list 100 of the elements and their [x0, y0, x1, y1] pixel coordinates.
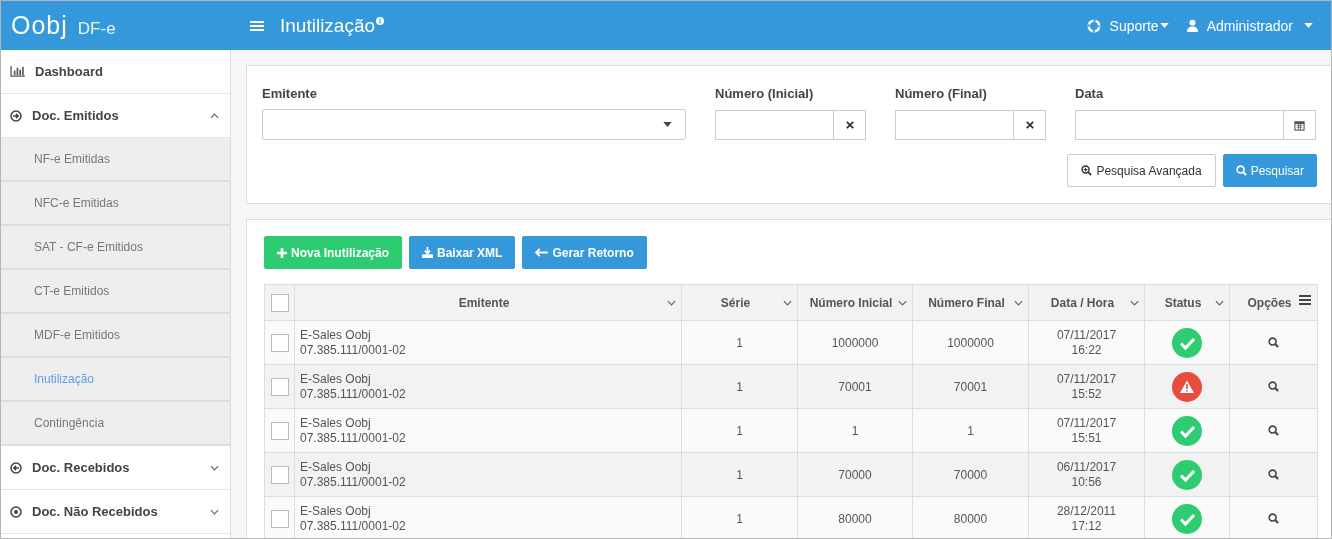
calendar-icon — [1294, 119, 1305, 131]
close-icon — [845, 121, 854, 129]
view-icon[interactable] — [1268, 469, 1279, 480]
table-cell: 1000000 — [797, 320, 913, 365]
submenu-item[interactable]: NFC-e Emitidas — [1, 182, 230, 226]
view-icon[interactable] — [1268, 337, 1279, 348]
submenu-item[interactable]: Inutilização — [1, 358, 230, 402]
emitter-name: E-Sales Oobj — [300, 459, 372, 475]
sort-icon — [1130, 300, 1139, 306]
sidebar-item[interactable]: Dashboard — [1, 50, 230, 94]
submenu-item[interactable]: CT-e Emitidos — [1, 270, 230, 314]
submenu-item[interactable]: NF-e Emitidas — [1, 138, 230, 182]
table-cell: 80000 — [797, 496, 913, 538]
caret-down-icon — [1304, 23, 1313, 28]
emitter-name: E-Sales Oobj — [300, 327, 372, 343]
lifebuoy-icon — [1086, 18, 1101, 33]
page-title: Inutilização — [280, 14, 376, 37]
sidebar-item[interactable]: Doc. Não Recebidos — [1, 490, 230, 534]
row-checkbox[interactable] — [270, 421, 289, 440]
view-icon[interactable] — [1268, 381, 1279, 392]
clear-button[interactable] — [1014, 110, 1046, 140]
arrow-left-icon — [535, 248, 549, 257]
emitter-name: E-Sales Oobj — [300, 503, 372, 519]
submenu-item[interactable]: Contingência — [1, 402, 230, 446]
table-cell: 1000000 — [912, 320, 1029, 365]
sort-icon — [667, 300, 676, 306]
date-text: 06/11/2017 — [1055, 459, 1118, 475]
close-icon — [1025, 121, 1034, 129]
search-button[interactable]: Pesquisar — [1222, 154, 1317, 187]
emitter-name: E-Sales Oobj — [300, 371, 372, 387]
download-xml-button[interactable]: Baixar XML — [409, 236, 516, 269]
new-button[interactable]: Nova Inutilização — [264, 236, 403, 269]
time-text: 15:51 — [1070, 430, 1103, 446]
time-text: 10:56 — [1070, 474, 1103, 490]
select-all-checkbox[interactable] — [270, 293, 289, 312]
row-checkbox[interactable] — [270, 333, 289, 352]
clear-button[interactable] — [834, 110, 866, 140]
date-field[interactable] — [1075, 110, 1284, 140]
field-label: Número (Inicial) — [715, 86, 815, 101]
calendar-button[interactable] — [1284, 110, 1316, 140]
emitter-cnpj: 07.385.111/0001-02 — [300, 430, 407, 446]
plus-icon — [277, 247, 287, 258]
sort-icon — [783, 300, 792, 306]
sort-icon — [1215, 300, 1224, 306]
menu-icon[interactable] — [1299, 295, 1311, 305]
bar-chart-icon — [10, 66, 25, 77]
table-cell: 70000 — [912, 452, 1029, 497]
submenu-item[interactable]: SAT - CF-e Emitidos — [1, 226, 230, 270]
advanced-search-button[interactable]: Pesquisa Avançada — [1067, 154, 1216, 187]
date-text: 28/12/2011 — [1055, 503, 1118, 519]
view-icon[interactable] — [1268, 425, 1279, 436]
sort-icon — [898, 300, 907, 306]
table-cell: 1 — [681, 496, 798, 538]
table-cell: 70000 — [797, 452, 913, 497]
number-field[interactable] — [895, 110, 1014, 140]
caret-down-icon — [663, 122, 672, 127]
table-cell: 1 — [681, 320, 798, 365]
row-checkbox[interactable] — [270, 465, 289, 484]
field-label: Número (Final) — [895, 86, 988, 101]
brand-logo: Oobj — [11, 11, 68, 40]
view-icon[interactable] — [1268, 513, 1279, 524]
table-cell: 1 — [681, 452, 798, 497]
menu-button[interactable] — [250, 19, 264, 32]
date-text: 07/11/2017 — [1055, 371, 1118, 387]
emitter-cnpj: 07.385.111/0001-02 — [300, 474, 407, 490]
circle-dot-icon — [10, 505, 22, 518]
date-text: 07/11/2017 — [1055, 415, 1118, 431]
field-label: Data — [1075, 86, 1105, 101]
generate-return-button[interactable]: Gerar Retorno — [522, 236, 647, 269]
emitter-name: E-Sales Oobj — [300, 415, 372, 431]
zoom-in-icon — [1081, 165, 1093, 176]
sort-icon — [1014, 300, 1023, 306]
row-checkbox[interactable] — [270, 509, 289, 528]
table-cell: 1 — [681, 408, 798, 453]
search-icon — [1235, 165, 1247, 176]
table-cell: 1 — [681, 364, 798, 409]
time-text: 15:52 — [1070, 386, 1103, 402]
column-header[interactable]: Série — [720, 295, 759, 310]
download-icon — [422, 247, 434, 258]
row-checkbox[interactable] — [270, 377, 289, 396]
time-text: 16:22 — [1070, 342, 1103, 358]
sidebar-item[interactable]: Doc. Recebidos — [1, 446, 230, 490]
table-cell: 1 — [912, 408, 1029, 453]
info-icon — [376, 16, 385, 25]
circle-arrow-left-icon — [10, 461, 22, 474]
date-text: 07/11/2017 — [1055, 327, 1118, 343]
product-name: DF-e — [77, 19, 116, 39]
user-icon — [1186, 19, 1198, 32]
time-text: 17:12 — [1070, 518, 1103, 534]
user-menu[interactable]: Administrador — [1186, 17, 1313, 34]
submenu-item[interactable]: MDF-e Emitidos — [1, 314, 230, 358]
select-field[interactable] — [262, 109, 686, 140]
column-header[interactable]: Emitente — [458, 295, 518, 310]
circle-arrow-right-icon — [10, 109, 22, 122]
support-menu[interactable]: Suporte — [1086, 17, 1169, 34]
table-cell: 1 — [797, 408, 913, 453]
table-cell: 70001 — [912, 364, 1029, 409]
emitter-cnpj: 07.385.111/0001-02 — [300, 342, 407, 358]
caret-down-icon — [1159, 23, 1169, 28]
number-field[interactable] — [715, 110, 834, 140]
